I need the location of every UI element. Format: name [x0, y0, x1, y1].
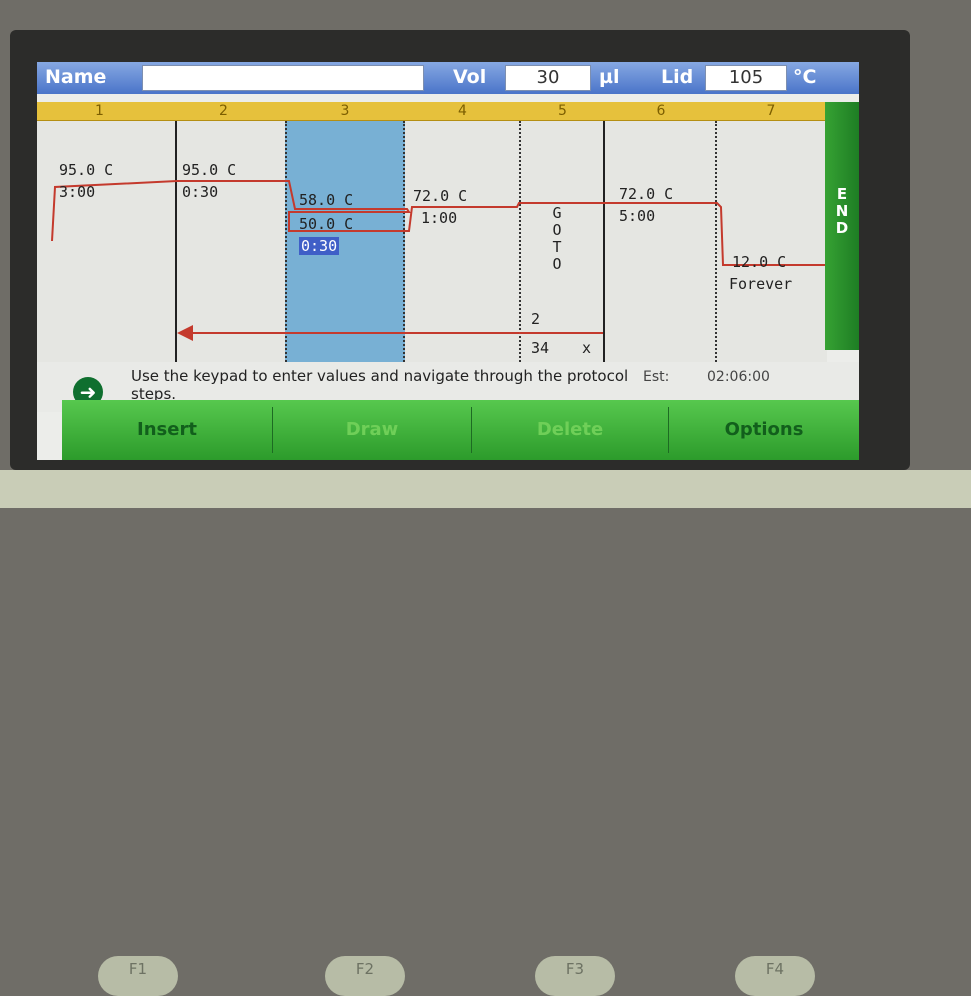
f4-key[interactable]: F4: [735, 956, 815, 996]
lid-label: Lid: [661, 66, 694, 88]
help-text: Use the keypad to enter values and navig…: [131, 367, 629, 403]
estimated-time-label: Est:: [643, 369, 670, 385]
step-2-time[interactable]: 0:30: [182, 183, 218, 201]
end-step[interactable]: END: [825, 102, 859, 350]
step-6-temp[interactable]: 72.0 C: [619, 185, 673, 203]
instrument-screen: Name Vol 30 µl Lid 105 °C 1 2 3 4 5 6 7 …: [37, 62, 859, 460]
goto-target-step[interactable]: 2: [531, 310, 540, 328]
volume-field[interactable]: 30: [505, 65, 591, 91]
f1-key[interactable]: F1: [98, 956, 178, 996]
step-3-time[interactable]: 0:30: [299, 237, 340, 255]
vol-label: Vol: [453, 66, 487, 88]
step-6-time[interactable]: 5:00: [619, 207, 655, 225]
step-number-bar: 1 2 3 4 5 6 7: [37, 102, 827, 121]
step-7-number[interactable]: 7: [717, 102, 825, 120]
estimated-time-value: 02:06:00: [707, 369, 770, 385]
softkey-bar: Insert Draw Delete Options: [62, 400, 859, 460]
draw-button[interactable]: Draw: [273, 400, 471, 460]
step-3-temp-high[interactable]: 58.0 C: [299, 191, 353, 209]
name-label: Name: [45, 66, 107, 88]
insert-button[interactable]: Insert: [62, 400, 272, 460]
step-7-temp[interactable]: 12.0 C: [732, 253, 786, 271]
f3-key[interactable]: F3: [535, 956, 615, 996]
step-7-time[interactable]: Forever: [729, 275, 792, 293]
step-4-time[interactable]: 1:00: [421, 209, 457, 227]
step-2-temp[interactable]: 95.0 C: [182, 161, 236, 179]
options-button[interactable]: Options: [669, 400, 859, 460]
goto-repeat-mark: x: [582, 339, 592, 357]
step-3-temp-low[interactable]: 50.0 C: [299, 215, 353, 233]
goto-label: GOTO: [552, 204, 562, 273]
step-6-number[interactable]: 6: [605, 102, 717, 120]
step-3-number[interactable]: 3: [285, 102, 405, 120]
vol-unit: µl: [599, 66, 620, 88]
delete-button[interactable]: Delete: [472, 400, 668, 460]
step-2-number[interactable]: 2: [162, 102, 285, 120]
f2-key[interactable]: F2: [325, 956, 405, 996]
temperature-trace: [51, 180, 827, 341]
step-4-number[interactable]: 4: [405, 102, 520, 120]
protocol-graph[interactable]: 95.0 C 3:00 95.0 C 0:30 58.0 C 50.0 C 0:…: [37, 121, 827, 370]
step-4-temp[interactable]: 72.0 C: [413, 187, 467, 205]
device-keypad: F1 F2 F3 F4: [0, 470, 971, 996]
step-1-temp[interactable]: 95.0 C: [59, 161, 113, 179]
lid-unit: °C: [793, 66, 817, 88]
end-label: END: [835, 185, 849, 237]
step-1-number[interactable]: 1: [37, 102, 162, 120]
goto-repeat-count[interactable]: 34: [531, 339, 549, 357]
header-bar: Name Vol 30 µl Lid 105 °C: [37, 62, 859, 94]
protocol-name-field[interactable]: [142, 65, 424, 91]
step-5-number[interactable]: 5: [520, 102, 605, 120]
step-1-time[interactable]: 3:00: [59, 183, 95, 201]
lid-temp-field[interactable]: 105: [705, 65, 787, 91]
